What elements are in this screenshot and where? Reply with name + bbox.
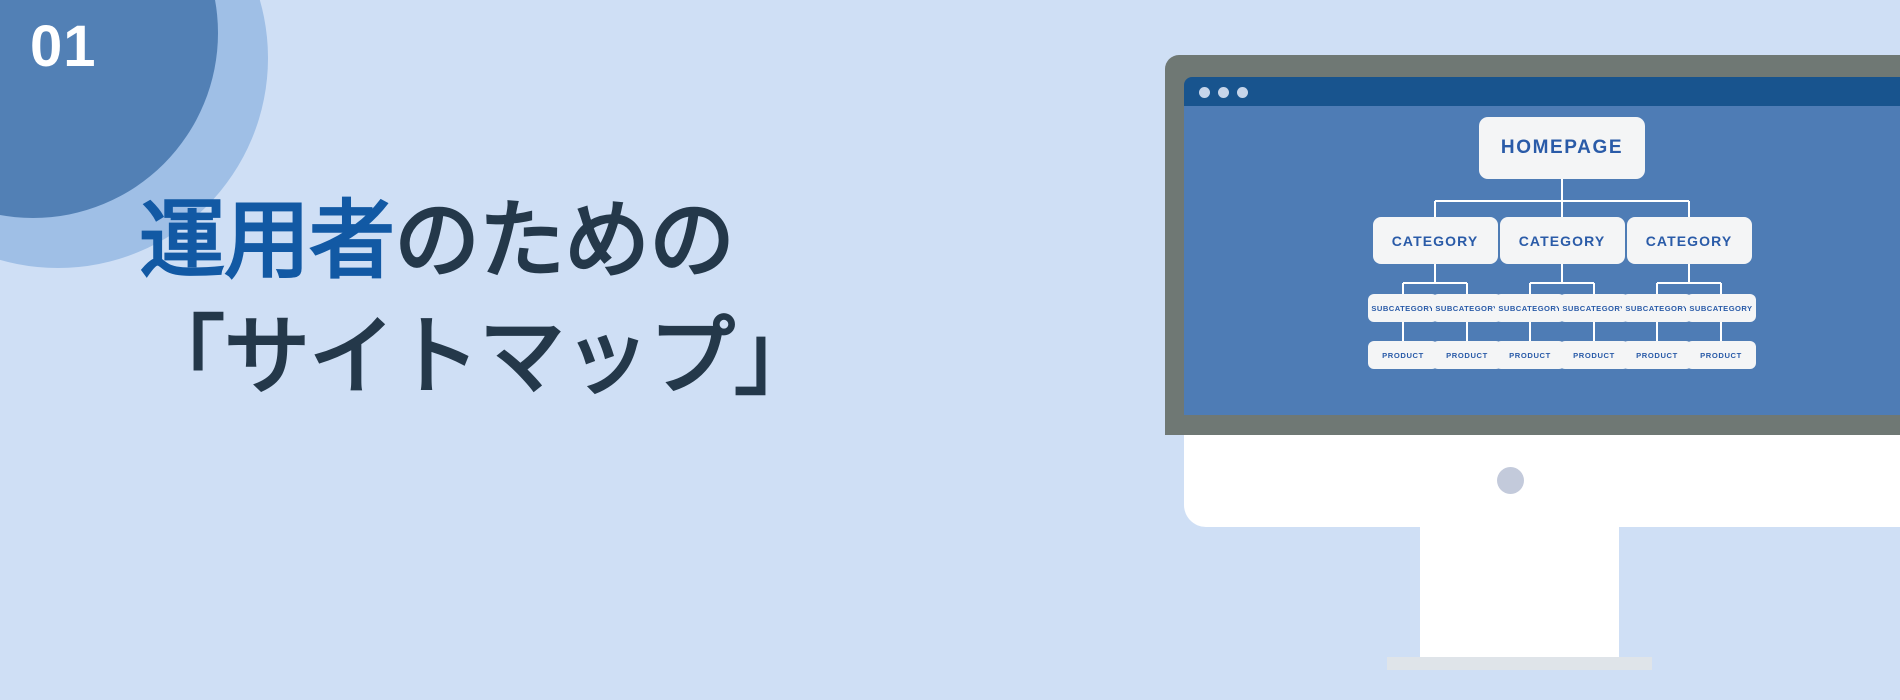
connector-subcategory-drop: [1720, 283, 1722, 294]
connector-subcategory-bus: [1657, 282, 1721, 284]
connector-product-stem: [1593, 322, 1595, 341]
sitemap-node-subcategory[interactable]: SUBCATEGORY: [1432, 294, 1502, 322]
connector-category-drop: [1688, 201, 1690, 217]
connector-product-stem: [1402, 322, 1404, 341]
headline-accent-text: 運用者: [139, 193, 395, 289]
connector-category-drop: [1434, 201, 1436, 217]
sitemap-node-subcategory[interactable]: SUBCATEGORY: [1559, 294, 1629, 322]
sitemap-node-product[interactable]: PRODUCT: [1368, 341, 1438, 369]
connector-product-stem: [1466, 322, 1468, 341]
sitemap-node-product[interactable]: PRODUCT: [1686, 341, 1756, 369]
monitor-neck: [1420, 527, 1619, 670]
browser-titlebar: [1184, 77, 1900, 106]
connector-subcategory-bus: [1403, 282, 1467, 284]
monitor-foot: [1387, 657, 1652, 670]
monitor-illustration: HOMEPAGE CATEGORY SUBCATEGORY PRODUCT SUBCAT…: [1165, 55, 1900, 670]
connector-product-stem: [1529, 322, 1531, 341]
browser-window: HOMEPAGE CATEGORY SUBCATEGORY PRODUCT SUBCAT…: [1184, 77, 1900, 415]
sitemap-diagram: HOMEPAGE CATEGORY SUBCATEGORY PRODUCT SUBCAT…: [1184, 106, 1900, 415]
sitemap-node-homepage[interactable]: HOMEPAGE: [1479, 117, 1645, 179]
browser-viewport: HOMEPAGE CATEGORY SUBCATEGORY PRODUCT SUBCAT…: [1184, 106, 1900, 415]
headline-line-2: 「サイトマップ」: [139, 309, 820, 406]
sitemap-node-product[interactable]: PRODUCT: [1495, 341, 1565, 369]
sitemap-node-subcategory[interactable]: SUBCATEGORY: [1495, 294, 1565, 322]
connector-category-stem: [1688, 264, 1690, 283]
window-minimize-dot-icon[interactable]: [1218, 87, 1229, 98]
monitor-base: [1184, 435, 1900, 527]
connector-subcategory-drop: [1529, 283, 1531, 294]
sitemap-node-category[interactable]: CATEGORY: [1626, 217, 1752, 264]
sitemap-node-subcategory[interactable]: SUBCATEGORY: [1368, 294, 1438, 322]
headline-rest-text: のための: [394, 193, 735, 289]
connector-subcategory-drop: [1656, 283, 1658, 294]
window-close-dot-icon[interactable]: [1199, 87, 1210, 98]
connector-category-drop: [1561, 201, 1563, 217]
connector-homepage-stem: [1561, 179, 1563, 201]
connector-category-stem: [1561, 264, 1563, 283]
section-number-badge: 01: [30, 14, 97, 79]
sitemap-node-product[interactable]: PRODUCT: [1622, 341, 1692, 369]
page-title: 運用者のための 「サイトマップ」: [139, 183, 899, 415]
headline-line-1: 運用者のための: [139, 183, 899, 299]
connector-product-stem: [1720, 322, 1722, 341]
connector-subcategory-bus: [1530, 282, 1594, 284]
sitemap-node-category[interactable]: CATEGORY: [1372, 217, 1498, 264]
connector-subcategory-drop: [1466, 283, 1468, 294]
connector-category-stem: [1434, 264, 1436, 283]
sitemap-node-category[interactable]: CATEGORY: [1499, 217, 1625, 264]
connector-subcategory-drop: [1593, 283, 1595, 294]
sitemap-node-subcategory[interactable]: SUBCATEGORY: [1686, 294, 1756, 322]
window-maximize-dot-icon[interactable]: [1237, 87, 1248, 98]
connector-product-stem: [1656, 322, 1658, 341]
power-button-icon[interactable]: [1497, 467, 1524, 494]
sitemap-node-subcategory[interactable]: SUBCATEGORY: [1622, 294, 1692, 322]
sitemap-node-product[interactable]: PRODUCT: [1432, 341, 1502, 369]
connector-subcategory-drop: [1402, 283, 1404, 294]
sitemap-node-product[interactable]: PRODUCT: [1559, 341, 1629, 369]
